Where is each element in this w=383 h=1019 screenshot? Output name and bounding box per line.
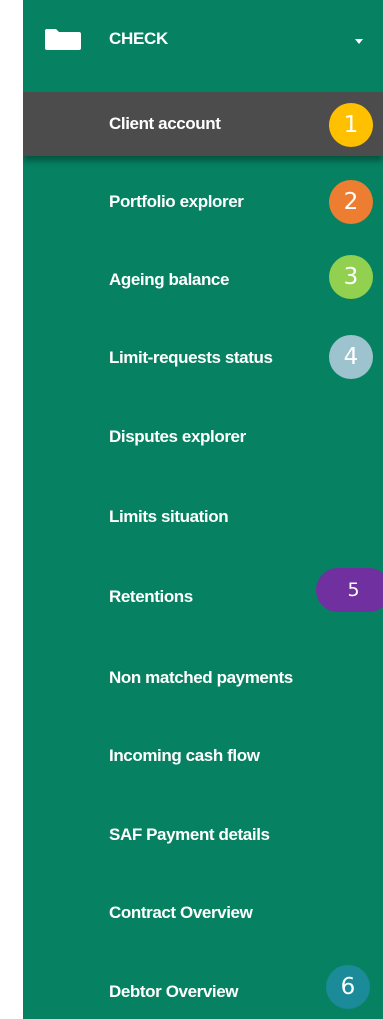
- menu-item-label: Limit-requests status: [109, 348, 273, 367]
- menu-item-label: Incoming cash flow: [109, 746, 260, 765]
- check-menu-panel: CHECK Client account Portfolio explorer …: [23, 0, 383, 1019]
- annotation-badge-6: 6: [326, 965, 370, 1009]
- check-menu-title: CHECK: [109, 29, 168, 48]
- menu-item-label: Client account: [109, 114, 221, 133]
- menu-item-label: Ageing balance: [109, 270, 230, 289]
- menu-item-label: Disputes explorer: [109, 427, 246, 446]
- annotation-badge-5: 5: [316, 568, 383, 612]
- menu-item-label: Debtor Overview: [109, 982, 239, 1001]
- annotation-badge-3: 3: [329, 255, 373, 299]
- menu-item-label: Contract Overview: [109, 903, 253, 922]
- annotation-badge-4: 4: [329, 335, 373, 379]
- menu-item-non-matched-payments[interactable]: Non matched payments: [23, 646, 383, 710]
- check-menu-header[interactable]: CHECK: [23, 0, 383, 76]
- folder-icon: [45, 29, 81, 50]
- menu-item-label: Limits situation: [109, 507, 229, 526]
- menu-item-label: SAF Payment details: [109, 825, 270, 844]
- menu-item-label: Non matched payments: [109, 668, 293, 687]
- annotation-badge-2: 2: [329, 180, 373, 224]
- menu-item-disputes-explorer[interactable]: Disputes explorer: [23, 405, 383, 469]
- menu-item-saf-payment-details[interactable]: SAF Payment details: [23, 803, 383, 867]
- caret-down-icon[interactable]: [355, 39, 363, 44]
- menu-item-incoming-cash-flow[interactable]: Incoming cash flow: [23, 724, 383, 788]
- menu-item-label: Retentions: [109, 587, 193, 606]
- menu-item-label: Portfolio explorer: [109, 192, 244, 211]
- menu-item-contract-overview[interactable]: Contract Overview: [23, 881, 383, 945]
- menu-item-limits-situation[interactable]: Limits situation: [23, 485, 383, 549]
- annotation-badge-1: 1: [329, 103, 373, 147]
